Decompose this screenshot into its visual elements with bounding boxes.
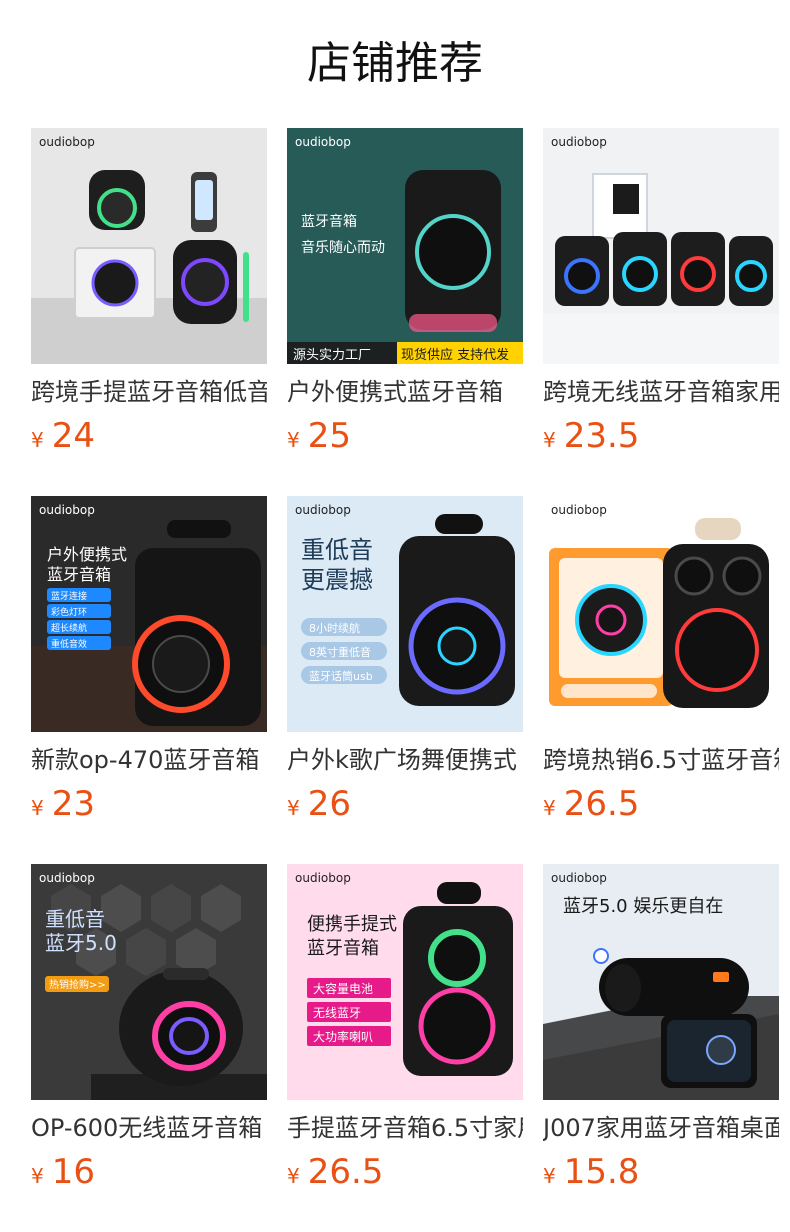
product-card[interactable]: oudiobop 跨境热销6.5寸蓝牙音箱 ¥26.5 [543,496,779,864]
speaker-image: oudiobop [543,496,779,732]
svg-text:蓝牙音箱: 蓝牙音箱 [47,565,111,584]
product-name[interactable]: 跨境无线蓝牙音箱家用 [543,376,779,408]
product-name[interactable]: 新款op-470蓝牙音箱 [31,744,267,776]
svg-text:蓝牙5.0 娱乐更自在: 蓝牙5.0 娱乐更自在 [563,896,723,917]
price-value: 15.8 [563,1152,640,1192]
product-price: ¥26.5 [287,1152,383,1192]
svg-text:oudiobop: oudiobop [39,503,95,517]
product-card[interactable]: oudiobop 重低音 蓝牙5.0 热销抢购>> OP-600无线蓝牙音箱 ¥… [31,864,267,1232]
svg-text:重低音: 重低音 [301,536,373,564]
price-value: 25 [307,416,351,456]
product-name[interactable]: 跨境手提蓝牙音箱低音炮 [31,376,267,408]
currency-symbol: ¥ [31,428,44,452]
svg-text:oudiobop: oudiobop [551,503,607,517]
product-name[interactable]: J007家用蓝牙音箱桌面 [543,1112,779,1144]
product-price: ¥24 [31,416,95,456]
product-price: ¥23 [31,784,95,824]
currency-symbol: ¥ [287,1164,300,1188]
product-name[interactable]: OP-600无线蓝牙音箱 [31,1112,267,1144]
svg-text:oudiobop: oudiobop [39,135,95,149]
currency-symbol: ¥ [543,1164,556,1188]
speaker-image: oudiobop 重低音 更震撼 8小时续航 8英寸重低音 蓝牙话筒usb [287,496,523,732]
product-card[interactable]: oudiobop 跨境手提蓝牙音箱低音炮 ¥24 [31,128,267,496]
price-value: 23 [51,784,95,824]
svg-text:蓝牙音箱: 蓝牙音箱 [301,213,357,230]
svg-text:更震撼: 更震撼 [301,566,373,594]
svg-text:重低音: 重低音 [45,907,105,931]
product-price: ¥15.8 [543,1152,639,1192]
product-card[interactable]: oudiobop 便携手提式 蓝牙音箱 大容量电池 无线蓝牙 大功率喇叭 手提蓝… [287,864,523,1232]
currency-symbol: ¥ [287,428,300,452]
product-price: ¥16 [31,1152,95,1192]
svg-text:8小时续航: 8小时续航 [309,621,360,635]
svg-text:源头实力工厂: 源头实力工厂 [293,348,371,363]
currency-symbol: ¥ [543,796,556,820]
product-name[interactable]: 户外k歌广场舞便携式 [287,744,523,776]
price-value: 23.5 [563,416,640,456]
svg-text:彩色灯环: 彩色灯环 [51,606,87,618]
product-grid: oudiobop 跨境手提蓝牙音箱低音炮 ¥24 [31,128,790,1232]
speaker-image: oudiobop 便携手提式 蓝牙音箱 大容量电池 无线蓝牙 大功率喇叭 [287,864,523,1100]
page-title: 店铺推荐 [307,38,483,89]
svg-text:蓝牙连接: 蓝牙连接 [51,590,87,602]
price-value: 24 [51,416,95,456]
product-image[interactable]: oudiobop [543,496,779,732]
product-image[interactable]: oudiobop [543,128,779,364]
product-card[interactable]: oudiobop 户外便携式 蓝牙音箱 蓝牙连接 彩色灯环 超长续航 重低音效 … [31,496,267,864]
svg-text:蓝牙话筒usb: 蓝牙话筒usb [309,669,373,683]
product-image[interactable]: oudiobop 重低音 蓝牙5.0 热销抢购>> [31,864,267,1100]
speaker-image: oudiobop 蓝牙音箱 音乐随心而动 源头实力工厂 现货供应 支持代发 [287,128,523,364]
svg-text:大容量电池: 大容量电池 [313,981,373,996]
svg-text:现货供应 支持代发: 现货供应 支持代发 [401,347,509,363]
product-image[interactable]: oudiobop 蓝牙5.0 娱乐更自在 [543,864,779,1100]
svg-text:无线蓝牙: 无线蓝牙 [313,1006,361,1020]
product-image[interactable]: oudiobop 重低音 更震撼 8小时续航 8英寸重低音 蓝牙话筒usb [287,496,523,732]
svg-text:oudiobop: oudiobop [295,135,351,149]
price-value: 26.5 [563,784,640,824]
svg-text:大功率喇叭: 大功率喇叭 [313,1029,373,1044]
svg-text:oudiobop: oudiobop [551,871,607,885]
svg-text:oudiobop: oudiobop [295,871,351,885]
svg-text:oudiobop: oudiobop [295,503,351,517]
currency-symbol: ¥ [31,796,44,820]
svg-text:便携手提式: 便携手提式 [307,914,397,935]
product-price: ¥25 [287,416,351,456]
product-card[interactable]: oudiobop 重低音 更震撼 8小时续航 8英寸重低音 蓝牙话筒usb 户外… [287,496,523,864]
product-price: ¥26 [287,784,351,824]
product-price: ¥23.5 [543,416,639,456]
product-name[interactable]: 手提蓝牙音箱6.5寸家用 [287,1112,523,1144]
svg-text:8英寸重低音: 8英寸重低音 [309,645,371,659]
product-image[interactable]: oudiobop 蓝牙音箱 音乐随心而动 源头实力工厂 现货供应 支持代发 [287,128,523,364]
product-image[interactable]: oudiobop 户外便携式 蓝牙音箱 蓝牙连接 彩色灯环 超长续航 重低音效 [31,496,267,732]
svg-text:蓝牙音箱: 蓝牙音箱 [307,938,379,959]
price-value: 26 [307,784,351,824]
currency-symbol: ¥ [31,1164,44,1188]
speaker-image: oudiobop [543,128,779,364]
price-value: 26.5 [307,1152,384,1192]
svg-text:户外便携式: 户外便携式 [47,545,127,564]
product-image[interactable]: oudiobop [31,128,267,364]
speaker-image: oudiobop 重低音 蓝牙5.0 热销抢购>> [31,864,267,1100]
speaker-image: oudiobop 蓝牙5.0 娱乐更自在 [543,864,779,1100]
svg-text:超长续航: 超长续航 [51,622,87,634]
svg-text:重低音效: 重低音效 [51,638,87,650]
svg-text:蓝牙5.0: 蓝牙5.0 [45,931,117,955]
speaker-image: oudiobop [31,128,267,364]
product-price: ¥26.5 [543,784,639,824]
product-name[interactable]: 跨境热销6.5寸蓝牙音箱 [543,744,779,776]
product-image[interactable]: oudiobop 便携手提式 蓝牙音箱 大容量电池 无线蓝牙 大功率喇叭 [287,864,523,1100]
price-value: 16 [51,1152,95,1192]
product-card[interactable]: oudiobop 蓝牙音箱 音乐随心而动 源头实力工厂 现货供应 支持代发 户外… [287,128,523,496]
svg-text:oudiobop: oudiobop [39,871,95,885]
product-card[interactable]: oudiobop 跨境无线蓝牙音箱家用 ¥23.5 [543,128,779,496]
currency-symbol: ¥ [543,428,556,452]
svg-text:热销抢购>>: 热销抢购>> [49,978,106,991]
svg-text:oudiobop: oudiobop [551,135,607,149]
product-card[interactable]: oudiobop 蓝牙5.0 娱乐更自在 J007家用蓝牙音箱桌面 ¥15.8 [543,864,779,1232]
svg-text:音乐随心而动: 音乐随心而动 [301,239,385,256]
speaker-image: oudiobop 户外便携式 蓝牙音箱 蓝牙连接 彩色灯环 超长续航 重低音效 [31,496,267,732]
currency-symbol: ¥ [287,796,300,820]
product-name[interactable]: 户外便携式蓝牙音箱 [287,376,523,408]
